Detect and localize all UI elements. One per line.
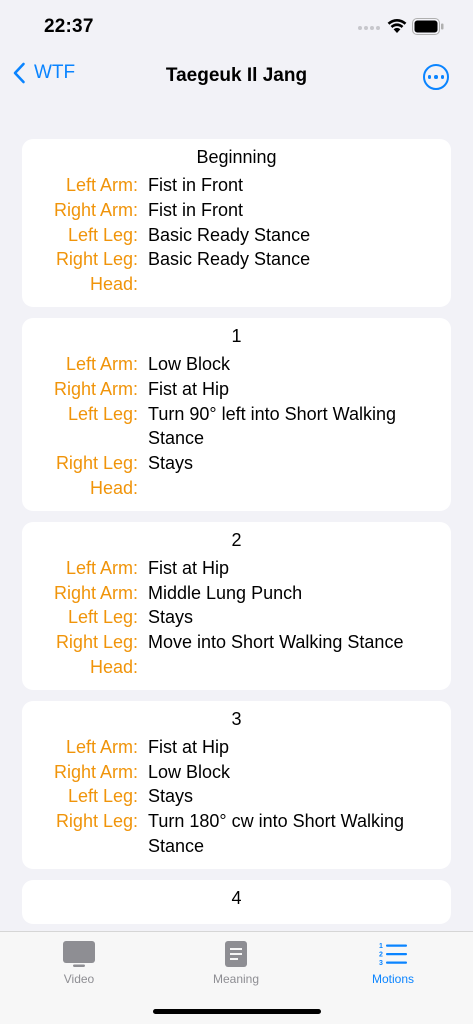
motion-row-label: Right Arm: [53,582,138,603]
motion-row-label: Right Leg: [55,632,138,653]
motion-row: Head: [34,476,439,501]
tab-video-label: Video [63,972,95,986]
motion-row-label: Left Arm: [65,353,138,374]
motion-row-label: Head: [89,656,138,677]
page-title: Taegeuk Il Jang [165,65,308,86]
motion-row: Head: [34,655,439,680]
tab-meaning-label: Meaning [212,972,260,986]
motion-row-value: Low Block [148,761,231,782]
motion-row-value: Middle Lung Punch [148,582,303,603]
motion-card[interactable]: 2 Left Arm: Fist at Hip Right Arm: Middle Lu… [22,521,451,690]
motion-row-label: Left Leg: [67,224,138,245]
motion-row-value: Fist at Hip [148,378,230,399]
screen: 22:37 WTF Taegeuk Il Jang Beginning Left … [0,0,473,1024]
motion-row: Left Leg: Turn 90° left into Short Walkin… [34,402,439,452]
motion-row: Left Arm: Fist at Hip [34,735,439,760]
motion-card-title: 4 [231,887,242,908]
motion-row-label: Right Leg: [55,811,138,832]
motion-card-title: 2 [231,529,242,550]
motion-row-value: Turn 90° left into Short Walking Stance [148,403,396,449]
motion-row-value: Basic Ready Stance [148,224,311,245]
motion-row: Left Leg: Basic Ready Stance [34,223,439,248]
motion-card-title: 1 [231,325,242,346]
motion-row-value: Low Block [148,353,231,374]
motion-row-label: Left Leg: [67,403,138,424]
motion-card-title: Beginning [196,147,277,167]
more-options-button[interactable] [423,64,449,90]
ellipsis-icon [427,75,432,79]
motion-row-value [138,655,439,680]
wifi-icon [387,18,407,33]
motion-row-label: Left Arm: [65,557,138,578]
motion-row: Right Arm: Low Block [34,760,439,785]
svg-text:3: 3 [379,960,383,967]
navigation-bar: WTF Taegeuk Il Jang [0,52,473,100]
motion-card[interactable]: 4 [22,879,451,924]
motion-row-value: Stays [148,453,194,474]
motion-card[interactable]: 1 Left Arm: Low Block Right Arm: Fist at Hip… [22,317,451,511]
motion-row: Right Leg: Turn 180° cw into Short Walkin… [34,809,439,859]
motion-row-value [138,476,439,501]
motion-row: Left Arm: Fist at Hip [34,556,439,581]
status-bar: 22:37 [0,0,473,52]
motion-row-label: Right Leg: [55,453,138,474]
svg-text:2: 2 [379,952,383,959]
motion-row-label: Right Arm: [53,378,138,399]
motion-row-value: Fist in Front [148,175,244,195]
motion-row-value: Turn 180° cw into Short Walking Stance [148,811,404,856]
tab-motions[interactable]: 1 2 3 Motions [343,940,443,986]
numbered-list-icon: 1 2 3 [379,943,407,967]
motion-row: Left Arm: Fist in Front [34,173,439,198]
motion-card[interactable]: 3 Left Arm: Fist at Hip Right Arm: Low Block… [22,700,451,869]
motion-row-value: Move into Short Walking Stance [148,632,404,653]
home-indicator[interactable] [153,1009,321,1014]
motion-row: Right Arm: Fist in Front [34,198,439,223]
motion-row-label: Left Arm: [65,736,138,757]
motion-row: Left Leg: Stays [34,605,439,630]
motion-row-label: Left Arm: [65,175,138,195]
tv-icon [63,941,95,967]
motion-row-label: Right Leg: [55,249,138,270]
motion-card[interactable]: Beginning Left Arm: Fist in Front Right Arm… [22,139,451,307]
motion-row-label: Left Leg: [67,786,138,807]
motion-row: Head: [34,272,439,297]
motion-row-value: Stays [148,607,194,628]
motion-row-label: Right Arm: [53,761,138,782]
tab-video[interactable]: Video [29,940,129,986]
motion-row: Right Arm: Fist at Hip [34,377,439,402]
motion-card-title: 3 [231,708,242,729]
tab-meaning[interactable]: Meaning [186,940,286,986]
svg-text:1: 1 [379,943,383,950]
motion-row-value: Fist in Front [148,199,244,220]
cellular-signal-icon [358,26,380,30]
motion-row-value: Fist at Hip [148,736,230,757]
status-time: 22:37 [44,16,94,37]
motion-row: Right Leg: Basic Ready Stance [34,247,439,272]
motion-row: Right Arm: Middle Lung Punch [34,581,439,606]
motion-row-value: Fist at Hip [148,557,230,578]
motion-row-label: Right Arm: [53,199,138,220]
motion-row: Left Leg: Stays [34,784,439,809]
motion-row-value: Stays [148,786,194,807]
motion-row: Left Arm: Low Block [34,352,439,377]
tab-motions-label: Motions [371,972,415,986]
motion-row-label: Left Leg: [67,607,138,628]
motion-list[interactable]: Beginning Left Arm: Fist in Front Right Arm… [22,139,451,935]
motion-row-value: Basic Ready Stance [148,249,311,270]
motion-row-label: Head: [89,274,138,295]
battery-icon [412,18,444,35]
document-icon [225,941,247,967]
motion-row-value [138,272,439,297]
motion-row: Right Leg: Move into Short Walking Stance [34,630,439,655]
motion-row-label: Head: [89,477,138,498]
motion-row: Right Leg: Stays [34,451,439,476]
